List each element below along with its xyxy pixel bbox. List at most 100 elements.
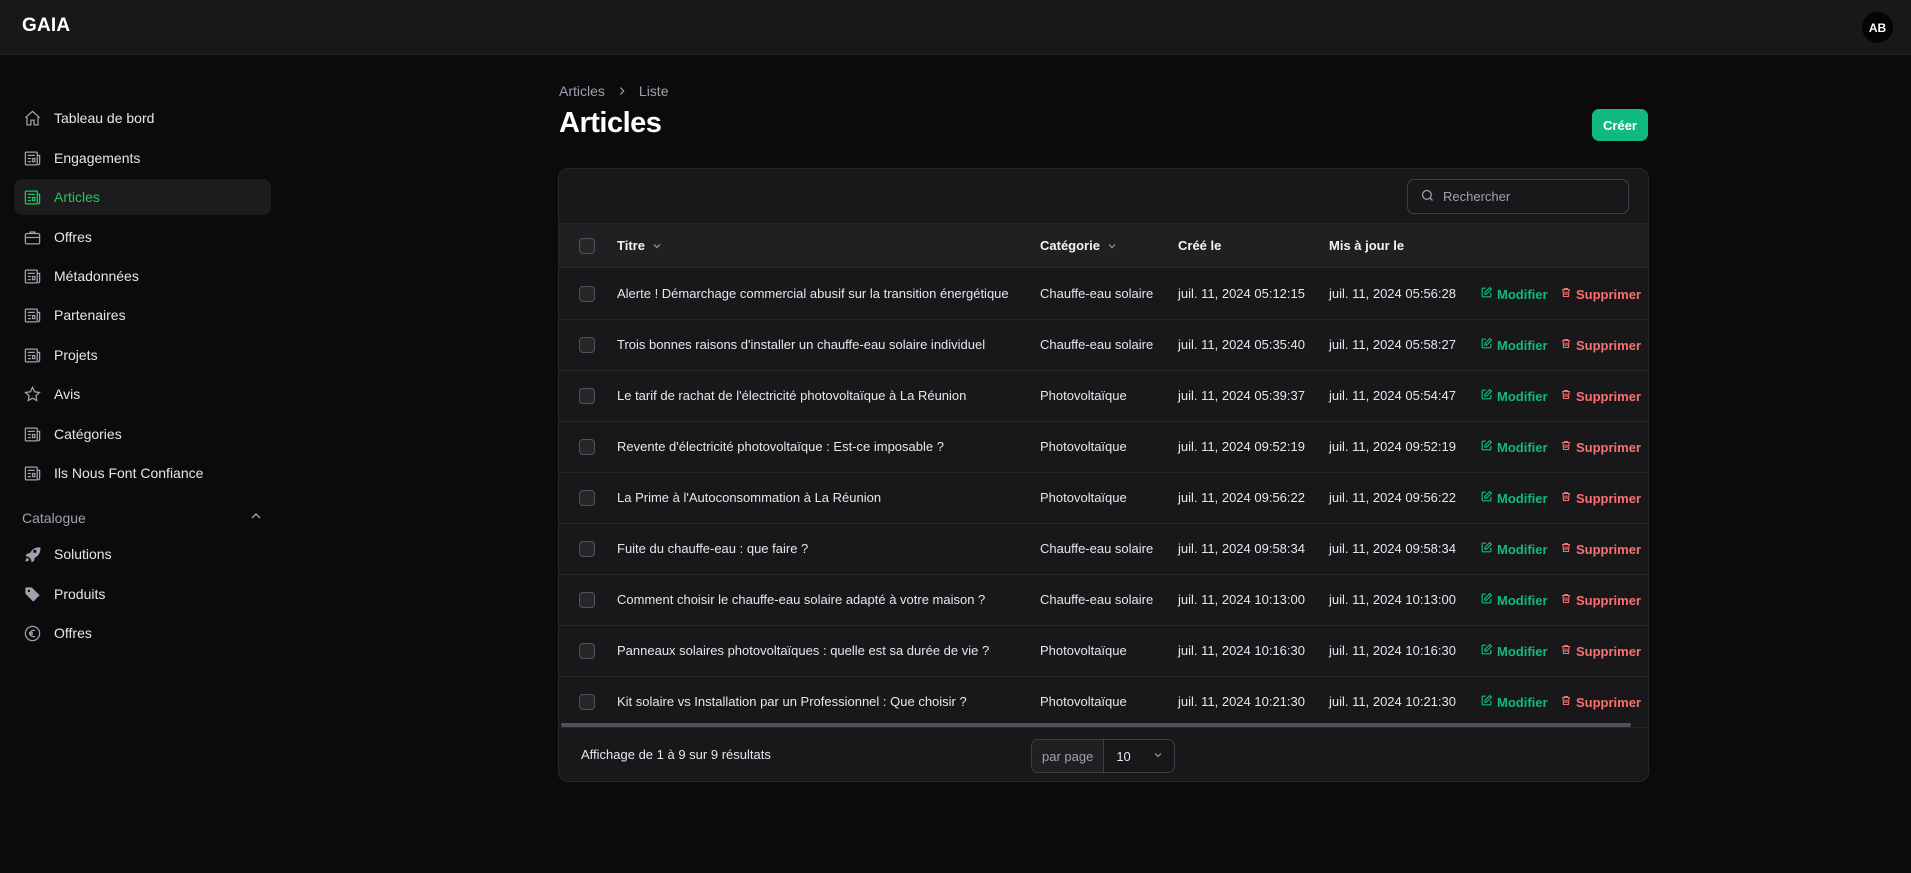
pagination-summary: Affichage de 1 à 9 sur 9 résultats — [581, 747, 771, 762]
delete-button[interactable]: Supprimer — [1560, 694, 1641, 710]
row-checkbox[interactable] — [579, 439, 595, 455]
delete-button[interactable]: Supprimer — [1560, 643, 1641, 659]
cell-category: Photovoltaïque — [1040, 388, 1127, 403]
rocket-icon — [22, 544, 42, 564]
cell-created: juil. 11, 2024 09:52:19 — [1178, 439, 1305, 454]
cell-category: Photovoltaïque — [1040, 490, 1127, 505]
row-checkbox[interactable] — [579, 643, 595, 659]
breadcrumb-current: Liste — [638, 83, 669, 99]
edit-label: Modifier — [1497, 694, 1548, 710]
user-avatar[interactable]: AB — [1862, 12, 1893, 43]
delete-button[interactable]: Supprimer — [1560, 592, 1641, 608]
newspaper-icon — [22, 305, 42, 325]
row-checkbox[interactable] — [579, 388, 595, 404]
sidebar-item-label: Projets — [54, 347, 98, 363]
column-header-label: Catégorie — [1040, 238, 1100, 253]
pencil-square-icon — [1480, 490, 1497, 506]
column-header-title[interactable]: Titre — [617, 238, 663, 253]
edit-button[interactable]: Modifier — [1480, 286, 1548, 302]
sidebar-item-projets[interactable]: Projets — [14, 337, 271, 373]
sidebar-item-offres-catalogue[interactable]: Offres — [14, 615, 271, 651]
column-header-category[interactable]: Catégorie — [1040, 238, 1118, 253]
sidebar-item-ils-nous-font-confiance[interactable]: Ils Nous Font Confiance — [14, 455, 271, 491]
edit-label: Modifier — [1497, 541, 1548, 557]
edit-button[interactable]: Modifier — [1480, 490, 1548, 506]
delete-label: Supprimer — [1576, 439, 1642, 455]
pencil-square-icon — [1480, 286, 1497, 302]
trash-icon — [1560, 694, 1576, 710]
row-checkbox[interactable] — [579, 592, 595, 608]
cell-updated: juil. 11, 2024 10:13:00 — [1329, 592, 1456, 607]
row-checkbox[interactable] — [579, 694, 595, 710]
delete-button[interactable]: Supprimer — [1560, 541, 1641, 557]
sidebar-item-avis[interactable]: Avis — [14, 376, 271, 412]
breadcrumb-parent[interactable]: Articles — [559, 83, 605, 99]
delete-label: Supprimer — [1576, 337, 1642, 353]
sidebar-item-solutions[interactable]: Solutions — [14, 536, 271, 572]
sidebar-group-catalogue-label[interactable]: Catalogue — [22, 510, 86, 526]
cell-title: Kit solaire vs Installation par un Profe… — [617, 694, 967, 709]
delete-label: Supprimer — [1576, 694, 1642, 710]
sidebar-item-label: Métadonnées — [54, 268, 139, 284]
sidebar-item-produits[interactable]: Produits — [14, 576, 271, 612]
cell-created: juil. 11, 2024 05:39:37 — [1178, 388, 1305, 403]
delete-button[interactable]: Supprimer — [1560, 388, 1641, 404]
table-row: Le tarif de rachat de l'électricité phot… — [559, 371, 1648, 422]
edit-button[interactable]: Modifier — [1480, 439, 1548, 455]
breadcrumb: Articles Liste — [559, 83, 668, 99]
trash-icon — [1560, 286, 1576, 302]
edit-button[interactable]: Modifier — [1480, 541, 1548, 557]
sidebar-item-categories[interactable]: Catégories — [14, 416, 271, 452]
delete-button[interactable]: Supprimer — [1560, 439, 1641, 455]
row-checkbox[interactable] — [579, 541, 595, 557]
sidebar-item-label: Offres — [54, 229, 92, 245]
cell-title: Revente d'électricité photovoltaïque : E… — [617, 439, 944, 454]
delete-button[interactable]: Supprimer — [1560, 286, 1641, 302]
edit-label: Modifier — [1497, 337, 1548, 353]
sidebar-item-dashboard[interactable]: Tableau de bord — [14, 100, 271, 136]
pencil-square-icon — [1480, 694, 1497, 710]
chevron-up-icon[interactable] — [248, 508, 264, 524]
horizontal-scrollbar[interactable] — [561, 723, 1631, 727]
search-box[interactable] — [1407, 179, 1629, 214]
delete-button[interactable]: Supprimer — [1560, 337, 1641, 353]
sidebar-item-metadonnees[interactable]: Métadonnées — [14, 258, 271, 294]
create-button[interactable]: Créer — [1592, 109, 1648, 141]
brand-logo[interactable]: GAIA — [22, 15, 70, 37]
column-header-updated: Mis à jour le — [1329, 238, 1405, 253]
edit-button[interactable]: Modifier — [1480, 592, 1548, 608]
trash-icon — [1560, 643, 1576, 659]
sidebar-item-engagements[interactable]: Engagements — [14, 140, 271, 176]
table-row: Trois bonnes raisons d'installer un chau… — [559, 320, 1648, 371]
sidebar-item-articles[interactable]: Articles — [14, 179, 271, 215]
trash-icon — [1560, 541, 1576, 557]
search-input[interactable] — [1443, 189, 1613, 204]
row-checkbox[interactable] — [579, 490, 595, 506]
row-checkbox[interactable] — [579, 337, 595, 353]
delete-button[interactable]: Supprimer — [1560, 490, 1641, 506]
edit-label: Modifier — [1497, 286, 1548, 302]
trash-icon — [1560, 490, 1576, 506]
edit-label: Modifier — [1497, 592, 1548, 608]
pencil-square-icon — [1480, 592, 1497, 608]
pencil-square-icon — [1480, 643, 1497, 659]
search-icon — [1420, 188, 1435, 206]
edit-button[interactable]: Modifier — [1480, 388, 1548, 404]
cell-updated: juil. 11, 2024 10:21:30 — [1329, 694, 1456, 709]
row-checkbox[interactable] — [579, 286, 595, 302]
edit-button[interactable]: Modifier — [1480, 337, 1548, 353]
table-row: Fuite du chauffe-eau : que faire ? Chauff… — [559, 524, 1648, 575]
per-page-dropdown[interactable]: 10 — [1104, 740, 1174, 772]
sidebar-item-partenaires[interactable]: Partenaires — [14, 297, 271, 333]
column-header-label: Titre — [617, 238, 645, 253]
cell-updated: juil. 11, 2024 05:54:47 — [1329, 388, 1456, 403]
edit-button[interactable]: Modifier — [1480, 643, 1548, 659]
cell-title: Alerte ! Démarchage commercial abusif su… — [617, 286, 1009, 301]
edit-label: Modifier — [1497, 490, 1548, 506]
select-all-checkbox[interactable] — [579, 238, 595, 254]
sidebar-item-label: Solutions — [54, 546, 112, 562]
edit-button[interactable]: Modifier — [1480, 694, 1548, 710]
sidebar-item-offres[interactable]: Offres — [14, 219, 271, 255]
cell-title: Comment choisir le chauffe-eau solaire a… — [617, 592, 986, 607]
per-page-select[interactable]: par page 10 — [1031, 739, 1176, 773]
